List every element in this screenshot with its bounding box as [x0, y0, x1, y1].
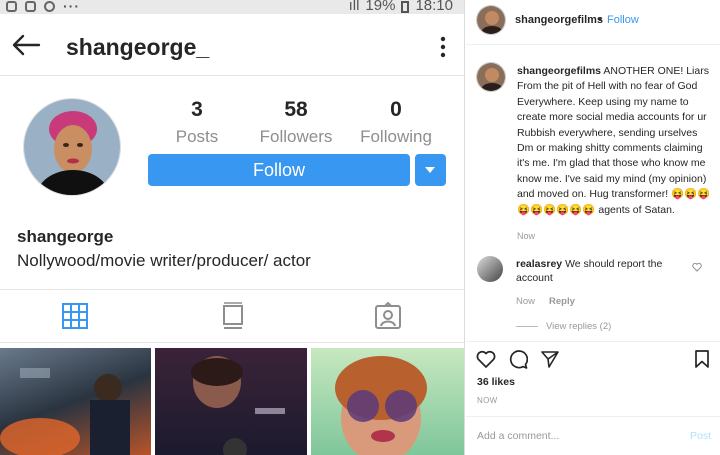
- suggested-dropdown-button[interactable]: [415, 154, 446, 186]
- back-arrow-icon[interactable]: [11, 34, 41, 56]
- followers-count: 58: [284, 98, 308, 121]
- share-icon[interactable]: [540, 349, 560, 369]
- gallery-icon: [25, 0, 36, 12]
- stat-following[interactable]: 0 Following: [351, 98, 441, 147]
- post-panel: shangeorgefilms • Follow shangeorgefilms…: [466, 0, 720, 455]
- chevron-down-icon: [425, 167, 435, 173]
- follow-button[interactable]: Follow: [148, 154, 410, 186]
- following-label: Following: [360, 127, 432, 146]
- separator-dot: •: [598, 14, 602, 26]
- stat-followers[interactable]: 58 Followers: [251, 98, 341, 147]
- signal-icon: ıll: [348, 0, 360, 14]
- followers-label: Followers: [259, 127, 333, 146]
- profile-username: shangeorge_: [66, 34, 210, 60]
- comment-meta: Now Reply: [516, 296, 575, 307]
- stat-posts: 3 Posts: [152, 98, 242, 147]
- post-comment-button[interactable]: Post: [690, 430, 711, 442]
- reply-link[interactable]: Reply: [549, 296, 575, 307]
- tagged-photos-icon[interactable]: [374, 302, 402, 330]
- bio-name: shangeorge: [17, 227, 114, 246]
- post-thumbnail[interactable]: [311, 348, 464, 455]
- divider: [466, 341, 720, 342]
- profile-avatar[interactable]: [23, 98, 121, 196]
- caption-author-avatar[interactable]: [476, 62, 506, 92]
- post-timestamp: NOW: [477, 396, 498, 405]
- caption-timestamp: Now: [517, 231, 536, 241]
- comment-icon[interactable]: [508, 349, 528, 369]
- post-author-avatar[interactable]: [476, 5, 506, 35]
- add-comment-input[interactable]: Add a comment...: [477, 430, 559, 442]
- more-options-icon[interactable]: [434, 36, 452, 58]
- divider-line: [516, 326, 538, 327]
- view-replies-link[interactable]: View replies (2): [516, 321, 611, 332]
- grid-view-icon[interactable]: [61, 302, 89, 330]
- like-comment-heart-icon[interactable]: [692, 262, 702, 272]
- posts-grid: [0, 348, 464, 455]
- battery-percent: 19%: [365, 0, 396, 14]
- more-notifications-icon: ···: [63, 0, 80, 14]
- commenter-avatar[interactable]: [477, 256, 503, 282]
- heart-icon[interactable]: [476, 349, 496, 369]
- post-follow-link[interactable]: Follow: [607, 14, 639, 26]
- following-count: 0: [390, 98, 402, 121]
- battery-icon: [401, 0, 410, 13]
- posts-count: 3: [191, 98, 203, 121]
- caption-username[interactable]: shangeorgefilms: [517, 65, 601, 77]
- bio-text: Nollywood/movie writer/producer/ actor: [17, 251, 311, 270]
- divider: [466, 416, 720, 417]
- comment-timestamp: Now: [516, 296, 536, 307]
- post-thumbnail[interactable]: [155, 348, 307, 455]
- clock: 18:10: [415, 0, 453, 14]
- profile-header: shangeorge_: [0, 14, 464, 76]
- status-bar: ··· ıll 19% 18:10: [0, 0, 464, 14]
- instagram-icon: [6, 0, 17, 12]
- comment-username[interactable]: realasrey: [516, 258, 562, 270]
- profile-tabs: [0, 289, 464, 343]
- post-author-username[interactable]: shangeorgefilms: [515, 14, 603, 26]
- post-thumbnail[interactable]: [0, 348, 151, 455]
- feed-view-icon[interactable]: [219, 302, 247, 330]
- profile-screen: ··· ıll 19% 18:10 shangeorge_ 3 Posts 58…: [0, 0, 465, 455]
- caption-text: ANOTHER ONE! Liars From the pit of Hell …: [517, 65, 711, 216]
- messenger-icon: [44, 0, 55, 12]
- divider: [466, 44, 720, 45]
- posts-label: Posts: [175, 127, 219, 146]
- bookmark-icon[interactable]: [692, 349, 712, 369]
- comment: realasrey We should report the account: [516, 257, 696, 285]
- post-caption: shangeorgefilms ANOTHER ONE! Liars From …: [517, 64, 713, 218]
- view-replies-label: View replies (2): [546, 321, 612, 332]
- likes-count[interactable]: 36 likes: [477, 376, 515, 388]
